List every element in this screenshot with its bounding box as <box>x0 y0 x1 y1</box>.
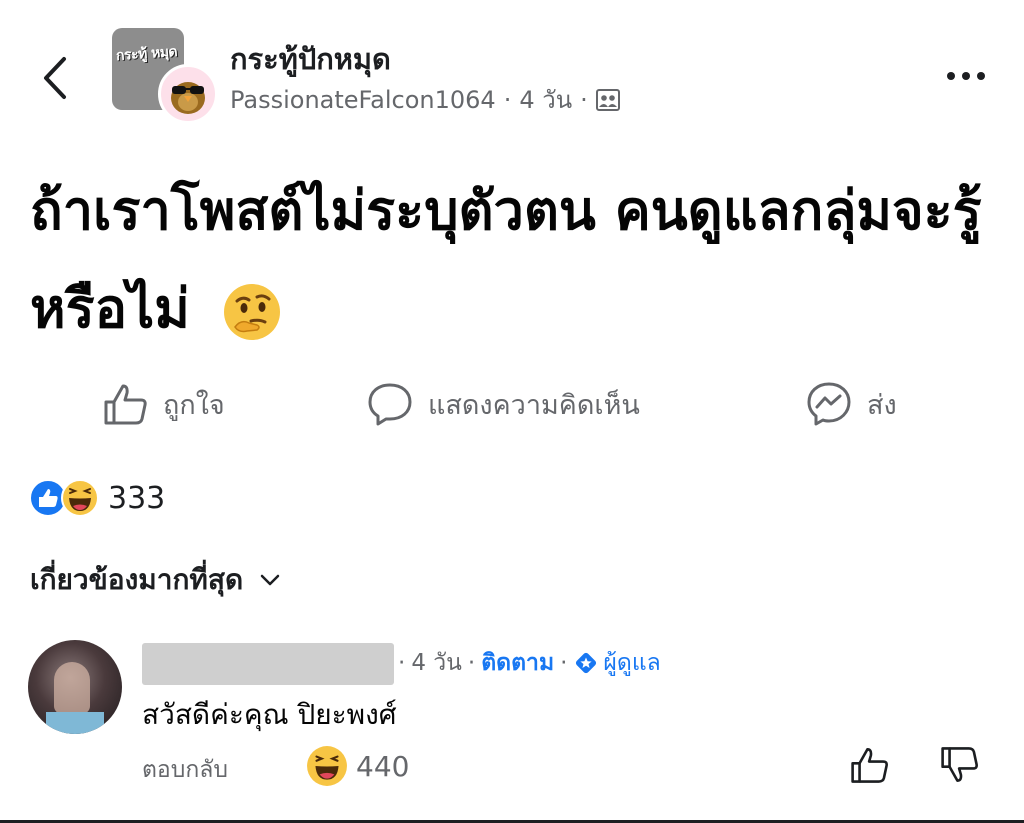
comment-text: สวัสดีค่ะคุณ ปิยะพงศ์ <box>142 698 397 731</box>
comment-like-button[interactable] <box>850 745 894 789</box>
meta-separator: · <box>503 85 512 114</box>
comment-meta: · 4 วัน · ติดตาม · ผู้ดูแล <box>398 645 661 681</box>
group-name[interactable]: กระทู้ปักหมุด <box>230 36 391 82</box>
meta-separator: · <box>467 650 476 676</box>
comment-time: 4 วัน <box>411 650 462 676</box>
more-dot-icon <box>962 72 970 80</box>
thumbs-up-icon <box>851 748 888 783</box>
like-button[interactable]: ถูกใจ <box>103 380 225 428</box>
chevron-down-icon <box>260 574 280 586</box>
meta-separator: · <box>580 85 588 114</box>
more-dot-icon <box>947 72 955 80</box>
commenter-name-redacted <box>142 643 394 685</box>
admin-shield-icon <box>576 652 597 674</box>
meta-separator: · <box>398 650 406 676</box>
haha-reaction-icon <box>61 479 99 517</box>
bird-with-sunglasses-icon <box>171 82 205 114</box>
send-button[interactable]: ส่ง <box>805 380 897 428</box>
meta-separator: · <box>560 650 568 676</box>
thinking-face-emoji-icon <box>223 284 280 341</box>
follow-button[interactable]: ติดตาม <box>481 645 554 681</box>
chevron-left-icon <box>44 57 66 99</box>
group-audience-icon <box>595 88 620 111</box>
comment-label: แสดงความคิดเห็น <box>428 389 640 421</box>
post-meta: PassionateFalcon1064 · 4 วัน · <box>230 80 620 119</box>
back-button[interactable] <box>30 50 80 106</box>
reaction-count: 333 <box>108 480 166 516</box>
messenger-icon <box>807 382 851 426</box>
group-thumbnail-label: กระทู้ หมุด <box>115 43 178 65</box>
more-options-button[interactable] <box>938 58 994 94</box>
post-time: 4 วัน <box>519 86 573 114</box>
group-avatar[interactable]: กระทู้ หมุด <box>112 28 218 124</box>
comment-reaction-summary[interactable]: 440 <box>306 745 409 787</box>
haha-reaction-icon <box>307 746 347 786</box>
more-dot-icon <box>977 72 985 80</box>
author-avatar[interactable] <box>158 64 218 124</box>
comment-sort-dropdown[interactable]: เกี่ยวข้องมากที่สุด <box>30 558 281 602</box>
reaction-summary[interactable]: 333 <box>28 478 165 518</box>
comment-reaction-count: 440 <box>356 749 410 783</box>
admin-label: ผู้ดูแล <box>603 650 661 676</box>
commenter-avatar[interactable] <box>28 640 122 734</box>
send-label: ส่ง <box>867 389 897 421</box>
comment-bubble-icon <box>368 383 412 426</box>
post-text: ถ้าเราโพสต์ไม่ระบุตัวตน คนดูแลกลุ่มจะรู้… <box>30 179 982 340</box>
like-label: ถูกใจ <box>163 389 225 421</box>
author-name[interactable]: PassionateFalcon1064 <box>230 86 496 114</box>
comment-dislike-button[interactable] <box>940 745 984 789</box>
sort-label: เกี่ยวข้องมากที่สุด <box>30 563 244 596</box>
avatar-base <box>46 712 104 734</box>
thumbs-down-icon <box>941 747 978 782</box>
post-content: ถ้าเราโพสต์ไม่ระบุตัวตน คนดูแลกลุ่มจะรู้… <box>30 162 990 358</box>
thumbs-up-icon <box>104 384 147 425</box>
avatar-figure <box>54 662 90 714</box>
admin-badge: ผู้ดูแล <box>573 645 661 681</box>
reply-button[interactable]: ตอบกลับ <box>142 752 228 788</box>
comment-button[interactable]: แสดงความคิดเห็น <box>366 380 640 428</box>
